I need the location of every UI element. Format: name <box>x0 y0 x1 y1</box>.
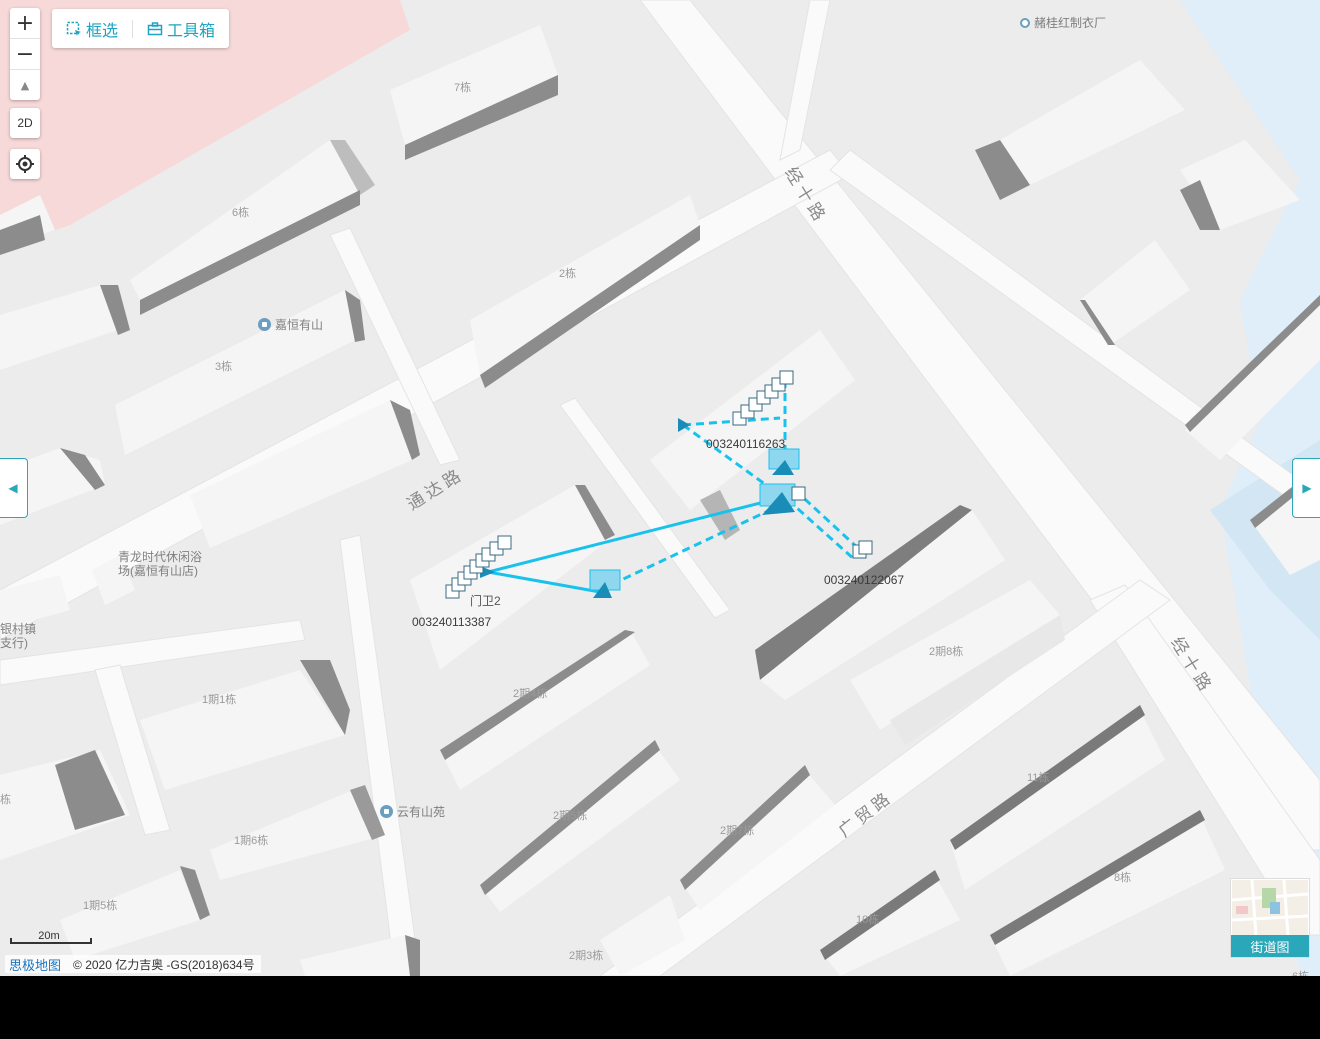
poi-zhuguihong[interactable]: 赭桂红制衣厂 <box>1020 14 1106 31</box>
building-label: 2期7栋 <box>720 825 755 837</box>
building-label: 2期5栋 <box>553 810 588 822</box>
left-panel-toggle[interactable]: ◀ <box>0 458 28 518</box>
zoom-control: + − ▲ <box>10 8 40 100</box>
location-pin-icon <box>380 805 393 818</box>
toolbox-button[interactable]: 工具箱 <box>147 17 215 41</box>
toolbox-icon <box>147 21 163 35</box>
link-solid-2 <box>487 570 601 594</box>
scale-line <box>10 938 92 944</box>
building-label: 栋 <box>0 794 11 806</box>
chevron-left-icon: ◀ <box>8 481 18 495</box>
building-label: 1期5栋 <box>83 900 118 912</box>
map-provider-logo[interactable]: 思极地图 <box>9 955 61 974</box>
poi-yunyoushanyuan[interactable]: 云有山苑 <box>380 803 445 820</box>
building-label: 7栋 <box>454 82 472 94</box>
map-toolbar: 框选 工具箱 <box>52 9 230 48</box>
device-label[interactable]: 003240122067 <box>824 573 904 587</box>
locate-icon <box>16 155 34 173</box>
building-label: 2期8栋 <box>929 646 964 658</box>
poi-menwei: 门卫2 <box>470 594 501 608</box>
poi-bank[interactable]: 银村镇 支行) <box>0 622 36 650</box>
building-label: 1期6栋 <box>234 835 269 847</box>
map-canvas[interactable]: 经十路 经十路 通达路 广贸路 7栋 6栋 2栋 3栋 2期8栋 2期4栋 1期… <box>0 0 1320 976</box>
mode-2d-button[interactable]: 2D <box>10 108 40 138</box>
building-label: 11栋 <box>1027 772 1050 784</box>
street-view-thumbnail <box>1232 880 1308 936</box>
building-label: 2期3栋 <box>569 950 604 962</box>
building-label: 10栋 <box>856 914 880 926</box>
poi-jiahengyoushan[interactable]: 嘉恒有山 <box>258 316 323 333</box>
building-label: 1期1栋 <box>202 694 237 706</box>
zoom-in-button[interactable]: + <box>10 8 40 39</box>
device-overlay <box>445 370 873 599</box>
compass-icon: ▲ <box>20 78 30 92</box>
building-label: 6栋 <box>1292 968 1309 976</box>
locate-button[interactable] <box>10 149 40 179</box>
street-view-button[interactable]: 街道图 <box>1230 878 1310 958</box>
box-select-button[interactable]: 框选 <box>66 17 118 41</box>
poi-qinglong[interactable]: 青龙时代休闲浴 场(嘉恒有山店) <box>118 550 202 578</box>
zoom-out-button[interactable]: − <box>10 39 40 70</box>
device-label[interactable]: 003240116263 <box>706 437 785 451</box>
building-label: 2栋 <box>559 268 577 280</box>
link-dashed-2 <box>682 416 781 427</box>
building-label: 6栋 <box>232 207 250 219</box>
building-label: 3栋 <box>215 361 233 373</box>
street-view-label: 街道图 <box>1231 935 1309 957</box>
link-dashed-6 <box>786 498 857 562</box>
link-dashed-1 <box>599 501 786 592</box>
building-label: 8栋 <box>1114 872 1132 884</box>
location-pin-icon <box>258 318 271 331</box>
chevron-right-icon: ▶ <box>1302 481 1312 495</box>
location-dot-icon <box>1020 17 1030 28</box>
building-label: 2期4栋 <box>513 688 548 700</box>
compass-button[interactable]: ▲ <box>10 70 40 100</box>
scale-bar: 20m <box>10 930 92 944</box>
device-label[interactable]: 003240113387 <box>412 615 491 629</box>
right-panel-toggle[interactable]: ▶ <box>1292 458 1320 518</box>
link-solid-1 <box>487 496 781 574</box>
device-doc-icons <box>445 370 873 599</box>
attribution: 思极地图 © 2020 亿力吉奥 -GS(2018)634号 <box>5 955 261 973</box>
box-select-icon <box>66 21 81 36</box>
toolbar-divider <box>132 19 134 38</box>
copyright-text: © 2020 亿力吉奥 -GS(2018)634号 <box>73 957 255 972</box>
